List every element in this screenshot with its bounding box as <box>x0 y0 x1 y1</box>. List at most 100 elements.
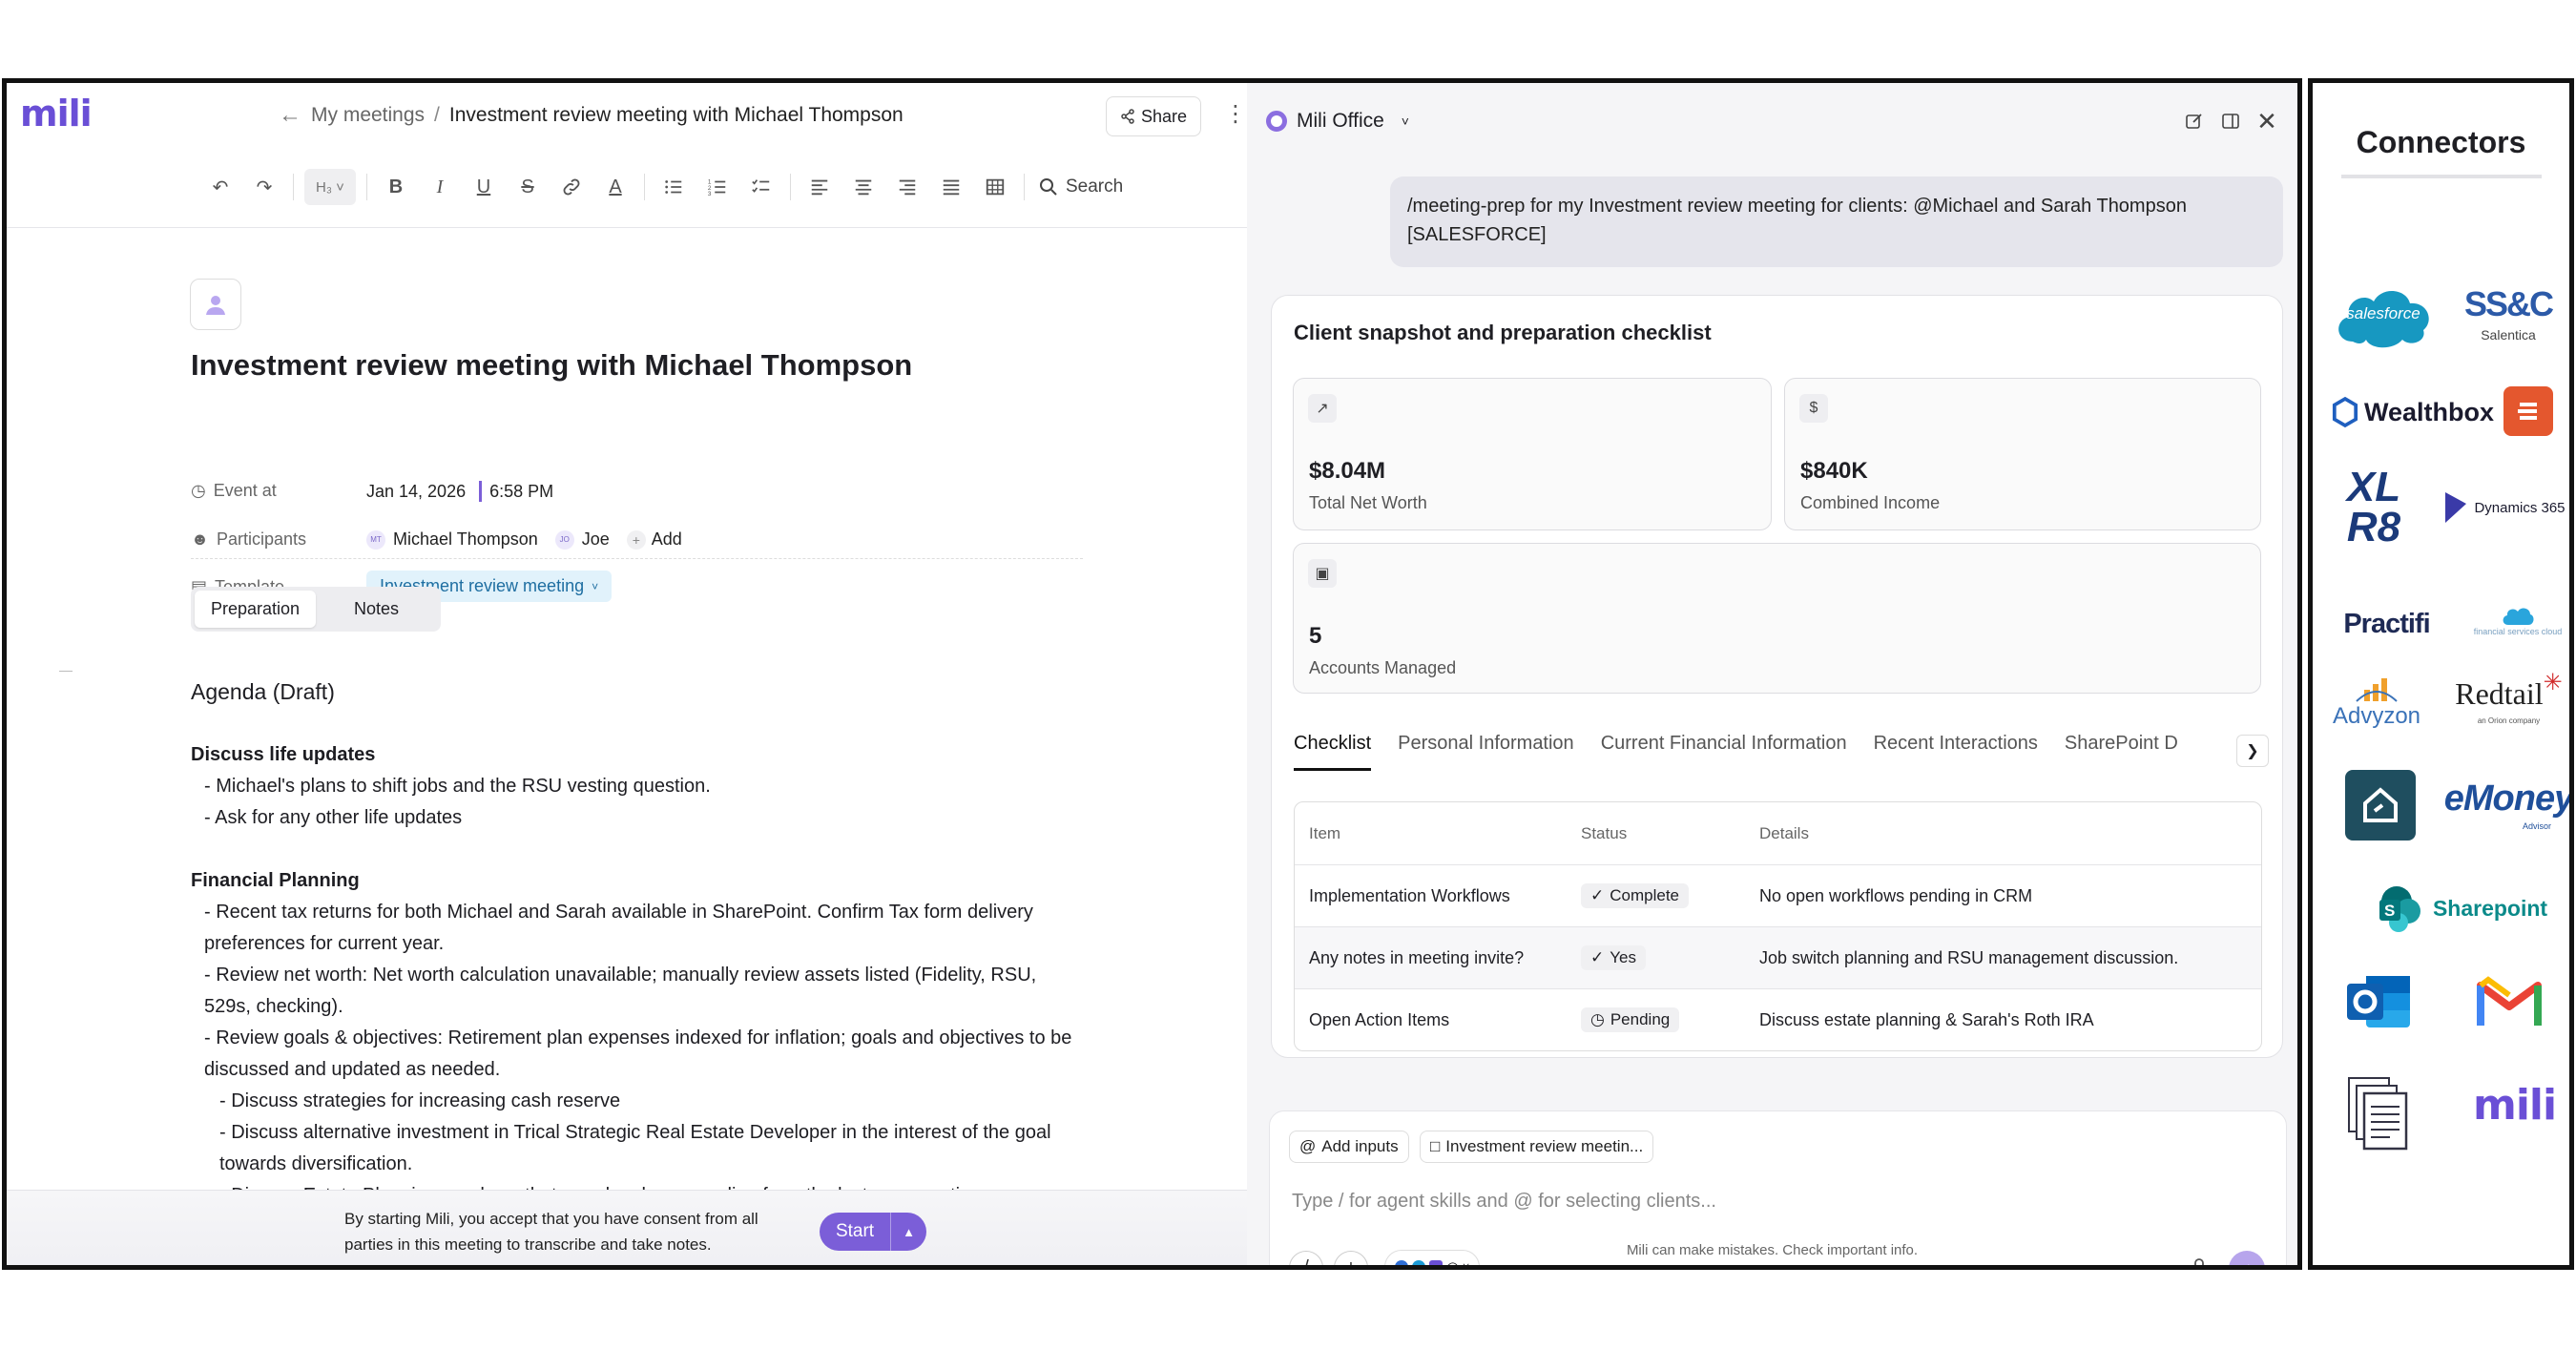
source-dot-icon <box>1412 1260 1425 1265</box>
strikethrough-icon[interactable]: S <box>509 169 546 205</box>
close-icon[interactable]: ✕ <box>2255 107 2278 135</box>
new-chat-icon[interactable] <box>2183 110 2206 133</box>
participants-list: MT Michael Thompson JO Joe + Add <box>366 529 682 550</box>
advyzon-logo[interactable]: Advyzon <box>2324 671 2429 737</box>
salesforce-text: salesforce <box>2346 304 2420 322</box>
at-icon: @ <box>1299 1137 1317 1155</box>
participant-name[interactable]: Joe <box>582 529 610 550</box>
meeting-avatar[interactable] <box>190 279 241 330</box>
more-options-icon[interactable]: ⋮ <box>1224 100 1247 128</box>
properties-divider <box>191 558 1083 559</box>
outlook-logo[interactable] <box>2345 970 2414 1033</box>
tab-checklist[interactable]: Checklist <box>1294 733 1372 771</box>
globe-icon: ◎ <box>1446 1258 1459 1265</box>
financial-services-cloud-logo[interactable]: financial services cloud <box>2470 592 2566 650</box>
assistant-panel: Mili Office ˅ ✕ /meeting-prep for my Inv… <box>1247 83 2297 1265</box>
search-icon <box>1040 178 1057 196</box>
tab-notes[interactable]: Notes <box>316 591 437 628</box>
table-row[interactable]: Any notes in meeting invite? ✓ Yes Job sw… <box>1295 926 2261 988</box>
status-text: Complete <box>1610 886 1680 904</box>
practifi-logo[interactable]: Practifi <box>2322 602 2451 646</box>
dynamics-icon <box>2445 492 2467 523</box>
text-color-icon[interactable]: A <box>597 169 634 205</box>
salentica-label: Salentica <box>2481 327 2536 342</box>
mili-logo[interactable]: mili <box>20 93 93 135</box>
breadcrumb-current: Investment review meeting with Michael T… <box>448 104 904 126</box>
align-center-icon[interactable] <box>845 169 882 205</box>
emoney-logo[interactable]: eMoney <box>2444 778 2569 820</box>
gmail-logo[interactable] <box>2471 972 2547 1031</box>
plus-icon: + <box>626 529 646 550</box>
advyzon-bars-icon <box>2356 678 2398 702</box>
agenda-item: - Discuss strategies for increasing cash… <box>219 1090 621 1111</box>
meeting-title[interactable]: Investment review meeting with Michael T… <box>191 348 912 383</box>
add-inputs-button[interactable]: @ Add inputs <box>1289 1131 1409 1163</box>
sharepoint-text: Sharepoint <box>2432 895 2548 921</box>
redo-icon[interactable]: ↷ <box>246 169 282 205</box>
dynamics-365-logo[interactable]: Dynamics 365 <box>2437 488 2569 527</box>
participant-avatar: JO <box>554 529 574 550</box>
caret-up-icon[interactable]: ▲ <box>890 1213 926 1251</box>
clock-icon: ◷ <box>191 481 206 500</box>
tab-sharepoint[interactable]: SharePoint D <box>2065 733 2178 771</box>
participant-name[interactable]: Michael Thompson <box>393 529 538 550</box>
heading-dropdown[interactable]: H₃ ˅ <box>304 169 356 205</box>
redtail-logo[interactable]: Redtail ✳ <box>2444 671 2569 715</box>
xlr8-logo[interactable]: XL R8 <box>2330 465 2418 550</box>
italic-icon[interactable]: I <box>422 169 458 205</box>
salesforce-logo[interactable]: salesforce <box>2332 279 2435 353</box>
sharepoint-logo[interactable]: S Sharepoint <box>2366 880 2557 937</box>
orange-app-logo[interactable] <box>2503 386 2553 436</box>
collapse-handle[interactable] <box>59 671 73 672</box>
checklist-table: Item Status Details Implementation Workf… <box>1294 801 2262 1051</box>
chevron-down-icon: ˅ <box>1401 114 1409 129</box>
toolbar-divider <box>644 174 645 200</box>
section-heading: Financial Planning <box>191 870 360 891</box>
toolbar-divider <box>366 174 367 200</box>
ssc-logo[interactable]: SS&C <box>2456 284 2561 323</box>
undo-icon[interactable]: ↶ <box>202 169 239 205</box>
dark-teal-app-logo[interactable] <box>2345 770 2416 841</box>
table-icon[interactable] <box>977 169 1013 205</box>
documents-icon[interactable] <box>2343 1075 2414 1153</box>
share-button[interactable]: Share <box>1106 96 1201 136</box>
document-body[interactable]: Agenda (Draft) Discuss life updates - Mic… <box>191 676 1088 1212</box>
status-text: Yes <box>1610 948 1636 966</box>
consent-text: By starting Mili, you accept that you ha… <box>344 1210 758 1254</box>
checklist-icon[interactable] <box>743 169 779 205</box>
tab-preparation[interactable]: Preparation <box>195 591 316 628</box>
align-right-icon[interactable] <box>889 169 925 205</box>
chevron-right-icon[interactable]: ❯ <box>2236 735 2269 767</box>
workspace-selector[interactable]: Mili Office ˅ <box>1266 110 1409 133</box>
mili-logo[interactable]: mili <box>2473 1081 2557 1130</box>
add-participant-button[interactable]: + Add <box>626 529 682 550</box>
tab-personal-information[interactable]: Personal Information <box>1398 733 1574 771</box>
fsc-label: financial services cloud <box>2473 627 2563 636</box>
align-justify-icon[interactable] <box>933 169 969 205</box>
link-icon[interactable] <box>553 169 590 205</box>
tab-current-financial-information[interactable]: Current Financial Information <box>1601 733 1847 771</box>
toolbar-divider <box>293 174 294 200</box>
bullet-list-icon[interactable] <box>655 169 692 205</box>
wealthbox-logo[interactable]: Wealthbox <box>2332 390 2494 434</box>
breadcrumb-parent[interactable]: My meetings <box>311 104 425 127</box>
start-button[interactable]: Start ▲ <box>820 1213 926 1251</box>
toolbar-divider <box>1024 174 1025 200</box>
message-input[interactable]: Type / for agent skills and @ for select… <box>1292 1191 1716 1213</box>
sidebar-toggle-icon[interactable] <box>2219 110 2242 133</box>
bold-icon[interactable]: B <box>378 169 414 205</box>
event-datetime[interactable]: Jan 14, 2026 6:58 PM <box>366 481 553 502</box>
workspace-icon <box>1266 111 1287 132</box>
underline-icon[interactable]: U <box>466 169 502 205</box>
search-button[interactable]: Search <box>1039 176 1123 197</box>
table-row[interactable]: Implementation Workflows ✓ Complete No op… <box>1295 864 2261 926</box>
meeting-context-chip[interactable]: □ Investment review meetin... <box>1420 1131 1654 1163</box>
back-arrow-icon[interactable]: ← <box>279 102 301 129</box>
tab-recent-interactions[interactable]: Recent Interactions <box>1874 733 2038 771</box>
agenda-lines: Discuss life updates - Michael's plans to… <box>191 739 1088 1212</box>
numbered-list-icon[interactable]: 123 <box>699 169 736 205</box>
align-left-icon[interactable] <box>801 169 838 205</box>
table-row[interactable]: Open Action Items ◷ Pending Discuss estat… <box>1295 988 2261 1050</box>
wealthbox-icon <box>2332 396 2358 428</box>
